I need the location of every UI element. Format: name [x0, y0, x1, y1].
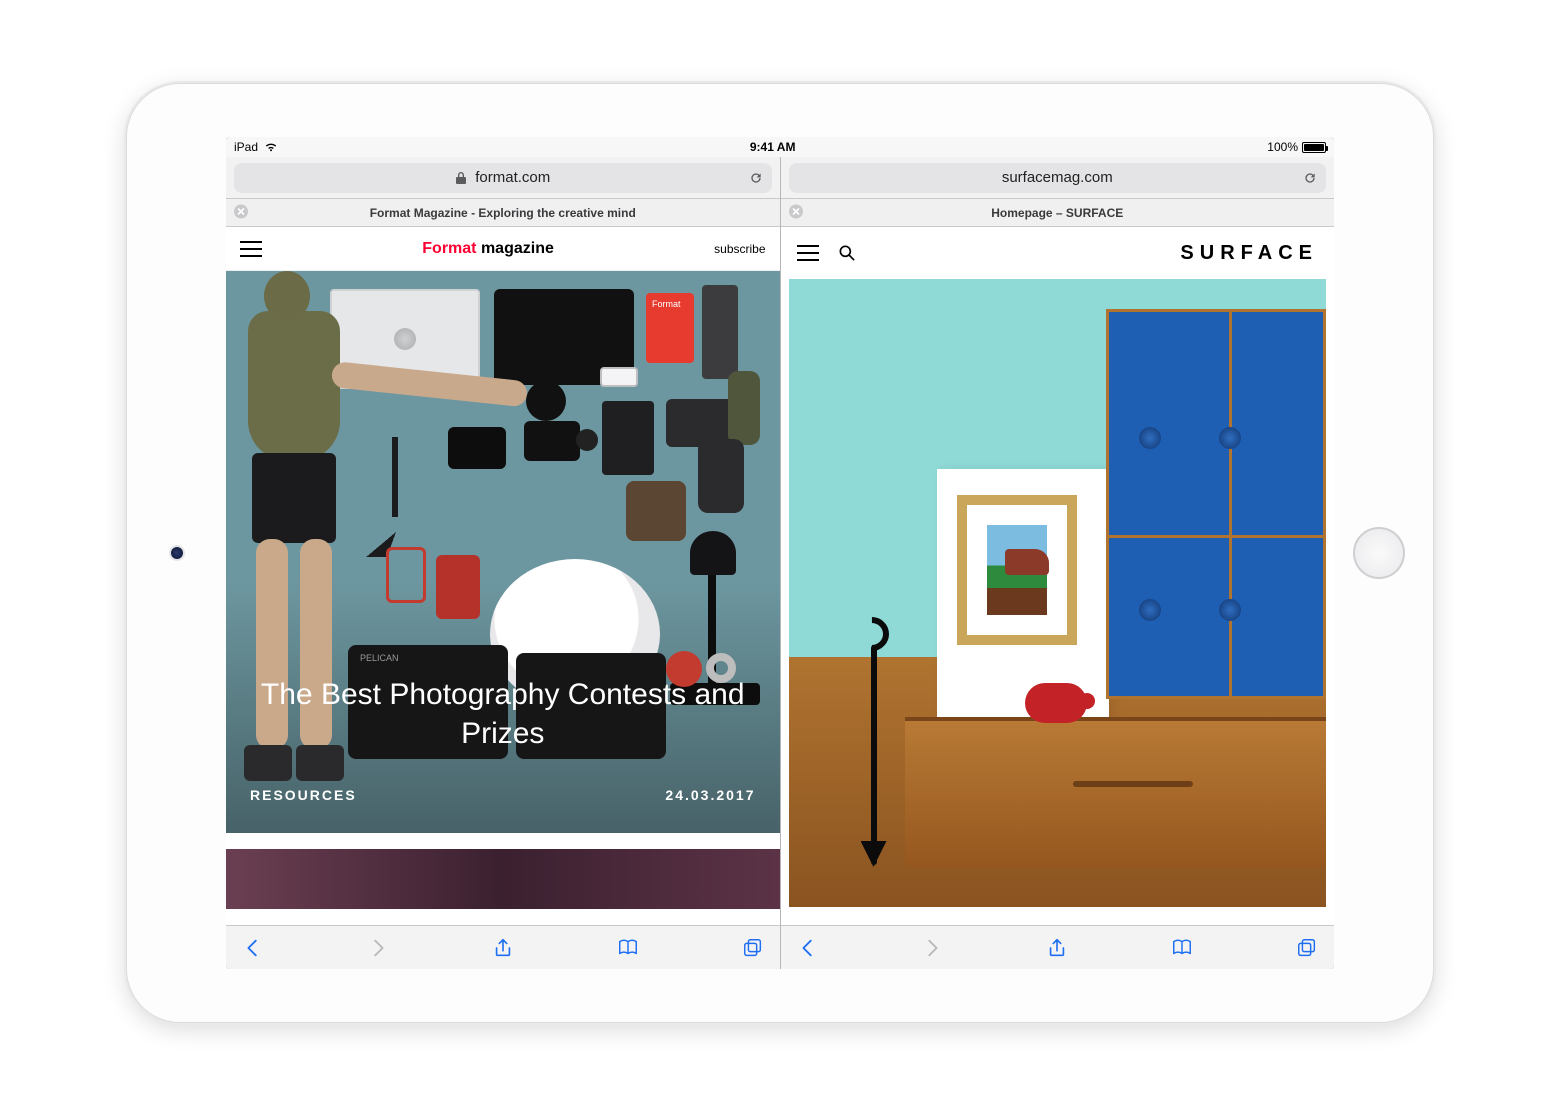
bottom-toolbar	[226, 925, 780, 969]
hero-prop-notebook	[646, 293, 694, 363]
menu-button[interactable]	[797, 245, 819, 261]
hero-prop-pencilcase	[702, 285, 738, 379]
share-icon	[492, 937, 514, 959]
book-icon	[617, 937, 639, 959]
format-logo[interactable]: Format magazine	[422, 240, 554, 258]
umbrella-shaft	[871, 645, 877, 865]
hero-prop-snack	[436, 555, 480, 619]
tabs-button[interactable]	[740, 935, 766, 961]
close-tab-button[interactable]	[234, 204, 248, 221]
hero-prop-phone	[600, 367, 638, 387]
next-article-teaser[interactable]	[226, 849, 780, 909]
reload-icon	[748, 170, 764, 186]
wifi-icon	[264, 142, 278, 152]
reload-button[interactable]	[748, 170, 764, 186]
reload-icon	[1302, 170, 1318, 186]
back-button[interactable]	[795, 935, 821, 961]
bookmarks-button[interactable]	[615, 935, 641, 961]
hero-prop-camera-1	[524, 421, 580, 461]
hero-blue-cabinet	[1106, 309, 1326, 699]
tab-title: Homepage – SURFACE	[991, 206, 1123, 220]
share-button[interactable]	[1044, 935, 1070, 961]
close-tab-button[interactable]	[789, 204, 803, 221]
chevron-right-icon	[367, 937, 389, 959]
bookmarks-button[interactable]	[1169, 935, 1195, 961]
screen: iPad 9:41 AM 100%	[226, 137, 1334, 969]
hero-artwork	[987, 525, 1047, 615]
forward-button[interactable]	[919, 935, 945, 961]
share-icon	[1046, 937, 1068, 959]
back-button[interactable]	[240, 935, 266, 961]
ipad-device-frame: iPad 9:41 AM 100%	[126, 83, 1434, 1023]
tab-title: Format Magazine - Exploring the creative…	[370, 206, 636, 220]
cabinet-knob	[1139, 427, 1161, 449]
surface-hero[interactable]	[789, 279, 1327, 907]
address-bar[interactable]: surfacemag.com	[789, 163, 1327, 193]
battery-icon	[1302, 142, 1326, 153]
surface-logo[interactable]: SURFACE	[1180, 242, 1318, 265]
safari-split-view: format.com Format Magazine - Exploring t…	[226, 157, 1334, 969]
battery-percent: 100%	[1267, 140, 1298, 154]
tab-title-row: Homepage – SURFACE	[781, 199, 1335, 227]
hero-prop-bag	[626, 481, 686, 541]
article-date: 24.03.2017	[665, 787, 755, 803]
surface-site-header: SURFACE	[781, 227, 1335, 279]
status-bar: iPad 9:41 AM 100%	[226, 137, 1334, 157]
pane-left: format.com Format Magazine - Exploring t…	[226, 157, 781, 969]
hero-prop-tripod	[356, 437, 436, 557]
tabs-button[interactable]	[1294, 935, 1320, 961]
chevron-right-icon	[921, 937, 943, 959]
hero-prop-flash	[698, 439, 744, 513]
hero-article[interactable]: The Best Photography Contests and Prizes…	[226, 271, 780, 833]
close-icon	[234, 204, 248, 218]
subscribe-link[interactable]: subscribe	[714, 242, 765, 256]
chevron-left-icon	[242, 937, 264, 959]
url-text: surfacemag.com	[1002, 169, 1113, 186]
home-button[interactable]	[1353, 527, 1405, 579]
search-icon[interactable]	[837, 243, 857, 263]
article-gap	[226, 833, 780, 849]
cabinet-knob	[1219, 427, 1241, 449]
address-bar[interactable]: format.com	[234, 163, 772, 193]
hero-prop-lens	[526, 381, 566, 421]
close-icon	[789, 204, 803, 218]
logo-brand: Format	[422, 240, 476, 257]
webview-left[interactable]: Format magazine subscribe	[226, 227, 780, 925]
hero-text-overlay: The Best Photography Contests and Prizes…	[226, 651, 780, 833]
format-site-header: Format magazine subscribe	[226, 227, 780, 271]
logo-word: magazine	[481, 240, 554, 257]
menu-button[interactable]	[240, 241, 262, 257]
url-bar-row: surfacemag.com	[781, 157, 1335, 199]
hero-credenza	[905, 717, 1327, 867]
carrier-label: iPad	[234, 140, 258, 154]
cabinet-knob	[1219, 599, 1241, 621]
hero-picture-frame	[957, 495, 1077, 645]
tabs-icon	[1296, 937, 1318, 959]
bottom-toolbar	[781, 925, 1335, 969]
url-text: format.com	[475, 169, 550, 186]
url-bar-row: format.com	[226, 157, 780, 199]
tabs-icon	[742, 937, 764, 959]
hero-prop-cup	[386, 547, 426, 603]
tab-title-row: Format Magazine - Exploring the creative…	[226, 199, 780, 227]
pane-right: surfacemag.com Homepage – SURFACE	[781, 157, 1335, 969]
hero-prop-figurine	[728, 371, 760, 445]
forward-button[interactable]	[365, 935, 391, 961]
chevron-left-icon	[797, 937, 819, 959]
share-button[interactable]	[490, 935, 516, 961]
hero-red-object	[1025, 683, 1087, 723]
clock: 9:41 AM	[750, 140, 796, 154]
front-camera	[171, 547, 183, 559]
lock-icon	[455, 171, 467, 185]
cabinet-knob	[1139, 599, 1161, 621]
battery-indicator: 100%	[1267, 140, 1326, 154]
book-icon	[1171, 937, 1193, 959]
hero-prop-camera-2	[448, 427, 506, 469]
webview-right[interactable]: SURFACE	[781, 227, 1335, 925]
article-title: The Best Photography Contests and Prizes	[250, 675, 756, 753]
article-category: RESOURCES	[250, 787, 357, 803]
hero-prop-book	[602, 401, 654, 475]
reload-button[interactable]	[1302, 170, 1318, 186]
